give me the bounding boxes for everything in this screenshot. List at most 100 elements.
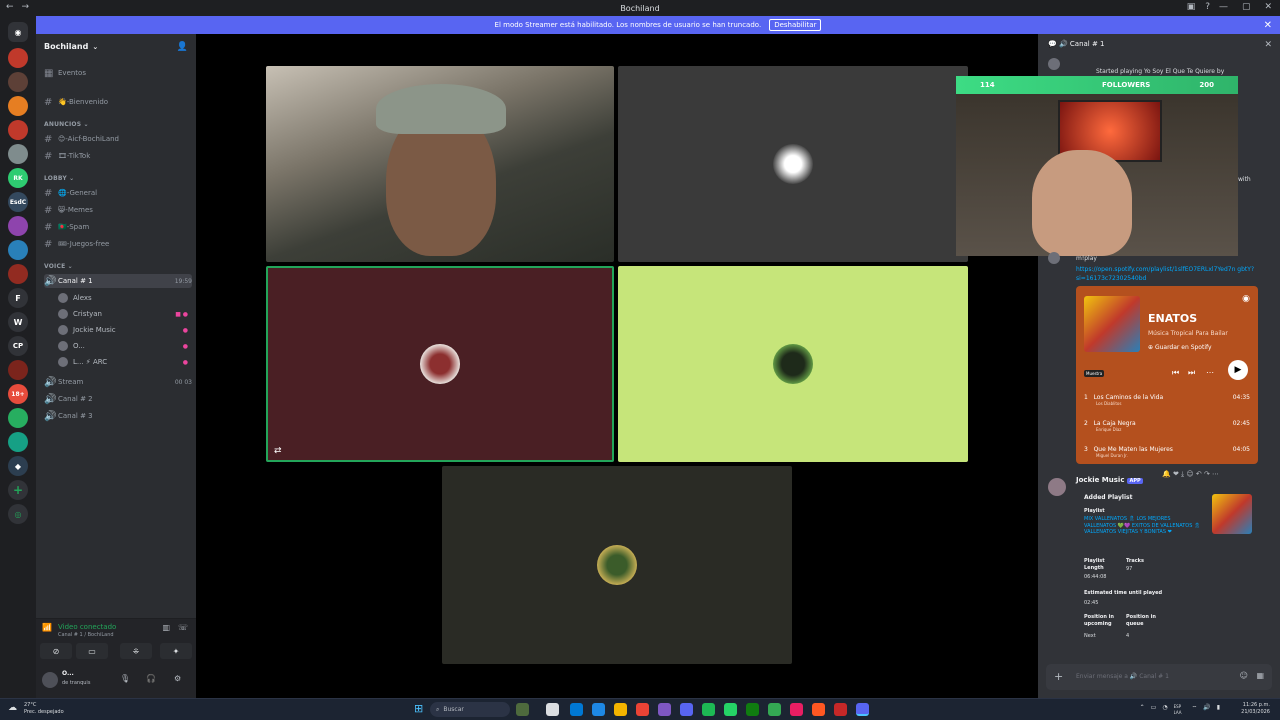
voice-user[interactable]: Jockie Music ● — [58, 323, 188, 337]
close-window-button[interactable]: ✕ — [1264, 2, 1272, 12]
app-icon[interactable] — [812, 703, 825, 716]
jockie-name[interactable]: Jockie Music APP — [1076, 476, 1143, 484]
volume-icon[interactable]: 🔊 — [1203, 704, 1210, 716]
whatsapp-icon[interactable] — [724, 703, 737, 716]
back-icon[interactable]: ← — [6, 2, 14, 12]
more-icon[interactable]: ⋯ — [1206, 368, 1214, 377]
server-icon[interactable] — [8, 72, 28, 92]
store-icon[interactable] — [570, 703, 583, 716]
channel-announce-2[interactable]: # 🎞-TikTok — [44, 149, 192, 163]
video-tile-camera-1[interactable] — [266, 66, 614, 262]
edge-icon[interactable] — [592, 703, 605, 716]
disable-streamer-button[interactable]: Deshabilitar — [769, 19, 822, 31]
noise-suppression-icon[interactable]: ▥ — [162, 623, 170, 632]
events-item[interactable]: ▦ Eventos — [44, 66, 192, 80]
server-icon[interactable] — [8, 144, 28, 164]
play-button[interactable]: ▶ — [1228, 360, 1248, 380]
server-icon[interactable] — [8, 48, 28, 68]
category-announce[interactable]: ANUNCIOS ⌄ — [44, 121, 89, 128]
server-icon[interactable]: EsdC — [8, 192, 28, 212]
language-indicator[interactable]: ESP LAA — [1174, 704, 1186, 716]
message-input[interactable]: Enviar mensaje a 🔊 Canal # 1 — [1076, 673, 1169, 680]
microphone-icon[interactable]: 🎙 — [120, 674, 130, 683]
voice-channel-canal-2[interactable]: 🔊 Canal # 2 — [44, 392, 192, 406]
server-icon[interactable] — [8, 264, 28, 284]
tray-icon[interactable]: ▭ — [1151, 704, 1157, 716]
settings-icon[interactable]: ⚙ — [174, 674, 181, 683]
stream-icon[interactable]: ⇄ — [274, 446, 282, 456]
help-icon[interactable]: ? — [1205, 2, 1210, 12]
server-icon[interactable] — [8, 432, 28, 452]
avatar[interactable] — [1048, 478, 1066, 496]
signal-icon[interactable]: 📶 — [42, 623, 52, 632]
track-row[interactable]: 3 Que Me Maten las Mujeres 04:05 Miguel D… — [1084, 446, 1250, 458]
chrome-icon[interactable] — [636, 703, 649, 716]
voice-channel-stream[interactable]: 🔊 Stream 00 03 — [44, 375, 192, 389]
taskview-icon[interactable] — [546, 703, 559, 716]
widgets-icon[interactable] — [516, 703, 529, 716]
voice-user[interactable]: Cristyan ■ ● — [58, 307, 188, 321]
server-icon[interactable] — [8, 408, 28, 428]
spotify-link[interactable]: https://open.spotify.com/playlist/1slfEO… — [1076, 265, 1262, 283]
app-icon[interactable] — [680, 703, 693, 716]
guild-header[interactable]: Bochiland ⌄ — [44, 42, 98, 51]
category-lobby[interactable]: LOBBY ⌄ — [44, 175, 74, 182]
app-icon[interactable] — [658, 703, 671, 716]
forward-icon[interactable]: → — [22, 2, 30, 12]
xbox-icon[interactable] — [746, 703, 759, 716]
headphones-icon[interactable]: 🎧 — [146, 674, 156, 683]
message-actions[interactable]: 🔔 ❤ ⤓ ☺ ↶ ↷ ⋯ — [1162, 470, 1219, 479]
server-icon[interactable] — [8, 96, 28, 116]
discover-icon[interactable]: ◎ — [8, 504, 28, 524]
screen-share-button[interactable]: ▭ — [76, 643, 108, 659]
chevron-up-icon[interactable]: ⌃ — [1140, 704, 1145, 716]
clock[interactable]: 11:26 p.m. 21/03/2026 — [1241, 702, 1270, 716]
weather-icon[interactable]: ☁ — [8, 703, 17, 713]
soundboard-button[interactable]: ✦ — [160, 643, 192, 659]
tray-icon[interactable]: ◔ — [1162, 704, 1167, 716]
maximize-button[interactable]: ▢ — [1242, 2, 1251, 12]
home-icon[interactable]: ◉ — [8, 22, 28, 42]
server-icon[interactable]: 18+ — [8, 384, 28, 404]
channel-welcome[interactable]: # 👋-Bienvenido — [44, 95, 192, 109]
server-icon[interactable] — [8, 120, 28, 140]
spotify-app-icon[interactable] — [702, 703, 715, 716]
add-server-icon[interactable]: + — [8, 480, 28, 500]
search-input[interactable]: ⌕ Buscar — [430, 702, 510, 717]
app-icon[interactable] — [768, 703, 781, 716]
prev-icon[interactable]: ⏮ — [1172, 368, 1179, 378]
emoji-icon[interactable]: ☺ — [1240, 671, 1248, 680]
discord-icon[interactable] — [856, 703, 869, 716]
battery-icon[interactable]: ▮ — [1217, 704, 1220, 716]
voice-user[interactable]: Alexs — [58, 291, 188, 305]
app-icon[interactable] — [790, 703, 803, 716]
server-icon[interactable] — [8, 240, 28, 260]
save-spotify-button[interactable]: ⊕ Guardar en Spotify — [1148, 344, 1212, 351]
server-icon[interactable]: RK — [8, 168, 28, 188]
add-member-icon[interactable]: 👤 — [177, 42, 188, 52]
server-icon-w[interactable]: W — [8, 312, 28, 332]
voice-user[interactable]: L... ⚡ ARC ● — [58, 355, 188, 369]
next-icon[interactable]: ⏭ — [1188, 368, 1195, 378]
apps-icon[interactable]: ▦ — [1256, 671, 1264, 680]
server-icon[interactable]: ◆ — [8, 456, 28, 476]
inbox-icon[interactable]: ▣ — [1187, 2, 1196, 12]
activities-button[interactable]: ⁜ — [120, 643, 152, 659]
channel-memes[interactable]: # 😸-Memes — [44, 203, 192, 217]
server-icon[interactable] — [8, 360, 28, 380]
channel-announce-1[interactable]: # 😊-Aicf-BochiLand — [44, 132, 192, 146]
wifi-icon[interactable]: ⌔ — [1192, 704, 1198, 716]
explorer-icon[interactable] — [614, 703, 627, 716]
close-icon[interactable]: ✕ — [1264, 20, 1272, 31]
app-icon[interactable] — [834, 703, 847, 716]
voice-channel-canal-3[interactable]: 🔊 Canal # 3 — [44, 409, 192, 423]
channel-spam[interactable]: # 🇧🇩-Spam — [44, 220, 192, 234]
weather-widget[interactable]: 27°C Prec. despejado — [24, 702, 64, 716]
camera-off-button[interactable]: ⊘ — [40, 643, 72, 659]
start-icon[interactable]: ⊞ — [414, 702, 423, 715]
disconnect-icon[interactable]: ☏ — [178, 623, 188, 632]
add-attachment-icon[interactable]: + — [1054, 670, 1063, 683]
voice-user[interactable]: O... ● — [58, 339, 188, 353]
video-tile-4[interactable] — [618, 266, 968, 462]
server-icon[interactable] — [8, 216, 28, 236]
